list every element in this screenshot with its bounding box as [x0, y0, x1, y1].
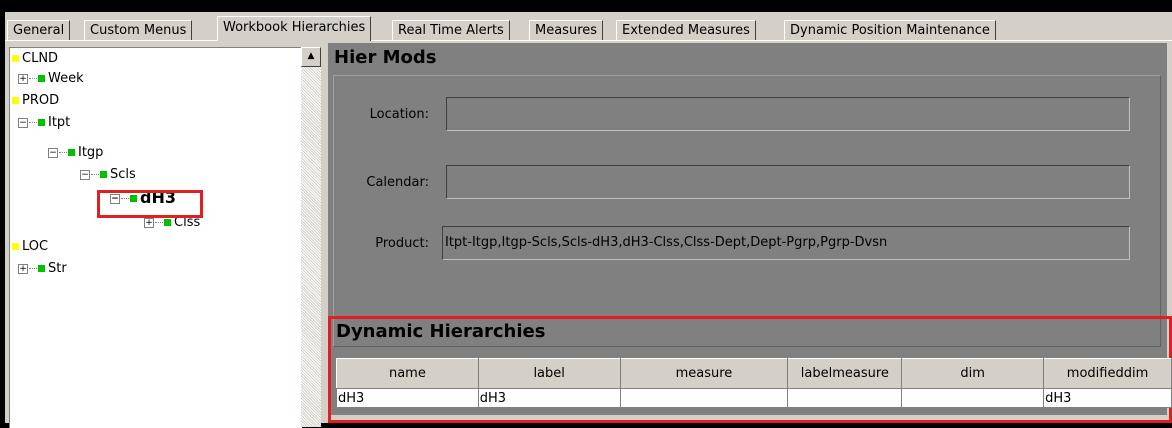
tree-node-label: CLND	[22, 51, 59, 66]
calendar-field[interactable]	[446, 165, 1130, 199]
collapse-icon[interactable]: −	[80, 169, 90, 180]
location-field[interactable]	[446, 97, 1130, 131]
table-cell-measure[interactable]	[619, 388, 789, 408]
hierarchy-tree[interactable]: CLND + Week PROD − Itpt − Itgp − Scls − dH3 +…	[9, 47, 302, 428]
level-marker-icon	[38, 119, 45, 126]
tab-label: Custom Menus	[90, 23, 187, 38]
dimension-marker-icon	[12, 97, 19, 104]
tree-node-label: Str	[48, 261, 67, 276]
tree-node-label: Itpt	[48, 115, 71, 130]
dimension-marker-icon	[12, 243, 19, 250]
tab-general[interactable]: General	[7, 20, 71, 41]
level-marker-icon	[100, 171, 107, 178]
tab-workbook-hierarchies[interactable]: Workbook Hierarchies	[217, 16, 372, 41]
table-row[interactable]: dH3 dH3 dH3	[336, 388, 1172, 408]
tab-label: Workbook Hierarchies	[223, 20, 366, 35]
table-header-row: name label measure labelmeasure dim modi…	[336, 358, 1172, 389]
column-header-name[interactable]: name	[336, 358, 479, 389]
tab-label: Dynamic Position Maintenance	[790, 23, 990, 38]
level-marker-icon	[164, 219, 171, 226]
table-cell-label[interactable]: dH3	[477, 388, 621, 408]
selected-node-highlight	[97, 190, 203, 218]
tree-connector	[29, 268, 37, 269]
tree-node-label: PROD	[22, 93, 60, 108]
tab-label: Extended Measures	[622, 23, 750, 38]
dynamic-hierarchies-title: Dynamic Hierarchies	[336, 321, 546, 342]
tree-node-scls[interactable]: − Scls	[80, 166, 136, 184]
tab-measures[interactable]: Measures	[529, 20, 604, 41]
dynamic-hierarchies-table[interactable]: name label measure labelmeasure dim modi…	[336, 358, 1172, 408]
location-label: Location:	[369, 107, 429, 122]
column-header-label[interactable]: label	[477, 358, 621, 389]
tab-custom-menus[interactable]: Custom Menus	[84, 20, 193, 41]
tree-connector	[91, 174, 99, 175]
tab-real-time-alerts[interactable]: Real Time Alerts	[392, 20, 510, 41]
hier-mods-form: Location: Calendar: Product: Itpt-Itgp,I…	[333, 75, 1161, 347]
collapse-icon[interactable]: −	[18, 117, 28, 128]
tree-node-itpt[interactable]: − Itpt	[18, 114, 70, 132]
tree-node-label: Week	[48, 71, 84, 86]
tree-connector	[155, 222, 163, 223]
expand-icon[interactable]: +	[144, 217, 154, 228]
tab-dynamic-position-maintenance[interactable]: Dynamic Position Maintenance	[784, 20, 996, 41]
tree-connector	[29, 122, 37, 123]
product-field[interactable]: Itpt-Itgp,Itgp-Scls,Scls-dH3,dH3-Clss,Cl…	[442, 226, 1130, 260]
tab-label: General	[13, 23, 65, 38]
tree-node-loc[interactable]: LOC	[12, 238, 48, 256]
calendar-label: Calendar:	[366, 175, 429, 190]
tree-node-label: Itgp	[78, 145, 104, 160]
tree-node-prod[interactable]: PROD	[12, 92, 59, 110]
tab-divider	[5, 40, 1172, 41]
table-cell-modifieddim[interactable]: dH3	[1043, 388, 1172, 408]
table-cell-dim[interactable]	[901, 388, 1045, 408]
tree-connector	[29, 78, 37, 79]
column-header-labelmeasure[interactable]: labelmeasure	[787, 358, 903, 389]
tree-node-label: Scls	[110, 167, 136, 182]
tree-node-str[interactable]: + Str	[18, 260, 67, 278]
level-marker-icon	[38, 75, 45, 82]
expand-icon[interactable]: +	[18, 73, 28, 84]
tab-bar: General Custom Menus Workbook Hierarchie…	[5, 12, 1172, 44]
dimension-marker-icon	[12, 55, 19, 62]
hier-mods-title: Hier Mods	[334, 47, 437, 68]
tab-extended-measures[interactable]: Extended Measures	[616, 20, 756, 41]
tree-node-week[interactable]: + Week	[18, 70, 84, 88]
tab-label: Measures	[535, 23, 598, 38]
tree-node-label: LOC	[22, 239, 49, 254]
product-label: Product:	[375, 236, 429, 251]
tab-label: Real Time Alerts	[398, 23, 504, 38]
scroll-up-arrow-icon[interactable]: ▲	[301, 47, 321, 67]
collapse-icon[interactable]: −	[48, 147, 58, 158]
column-header-dim[interactable]: dim	[901, 358, 1045, 389]
table-cell-name[interactable]: dH3	[336, 388, 479, 408]
tree-node-itgp[interactable]: − Itgp	[48, 144, 103, 162]
expand-icon[interactable]: +	[18, 263, 28, 274]
level-marker-icon	[68, 149, 75, 156]
tree-connector	[59, 152, 67, 153]
tree-scrollbar[interactable]: ▲	[301, 47, 321, 427]
level-marker-icon	[38, 265, 45, 272]
table-cell-labelmeasure[interactable]	[787, 388, 903, 408]
column-header-modifieddim[interactable]: modifieddim	[1043, 358, 1172, 389]
tree-node-clnd[interactable]: CLND	[12, 50, 58, 68]
column-header-measure[interactable]: measure	[619, 358, 789, 389]
